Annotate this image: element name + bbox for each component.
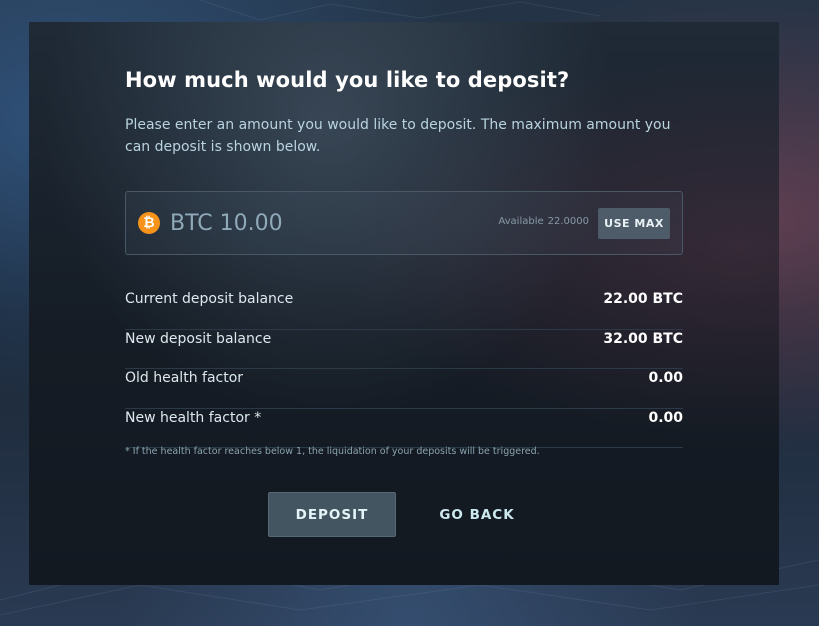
dialog-title: How much would you like to deposit?	[125, 68, 570, 92]
summary-value: 0.00	[648, 370, 683, 386]
available-balance: Available 22.0000	[498, 216, 589, 227]
health-factor-footnote: * If the health factor reaches below 1, …	[125, 446, 540, 457]
deposit-dialog: How much would you like to deposit? Plea…	[29, 22, 779, 585]
dialog-subtitle: Please enter an amount you would like to…	[125, 117, 671, 155]
summary-value: 32.00 BTC	[603, 330, 683, 347]
summary-row-new-deposit-balance: New deposit balance 32.00 BTC	[125, 330, 683, 369]
use-max-button[interactable]: USE MAX	[598, 208, 670, 239]
deposit-button[interactable]: DEPOSIT	[268, 492, 396, 537]
amount-field[interactable]: ₿ Available22.0000 USE MAX	[125, 191, 683, 255]
go-back-button[interactable]: GO BACK	[422, 492, 532, 537]
bitcoin-icon: ₿	[138, 212, 160, 234]
summary-label: New health factor *	[125, 409, 262, 426]
summary-list: Current deposit balance 22.00 BTC New de…	[125, 290, 683, 448]
summary-label: Current deposit balance	[125, 291, 294, 307]
summary-label: Old health factor	[125, 370, 244, 386]
summary-label: New deposit balance	[125, 330, 272, 347]
summary-value: 0.00	[648, 409, 683, 426]
summary-row-old-health-factor: Old health factor 0.00	[125, 369, 683, 409]
summary-value: 22.00 BTC	[603, 291, 683, 307]
summary-row-current-deposit-balance: Current deposit balance 22.00 BTC	[125, 290, 683, 330]
amount-input[interactable]	[170, 206, 420, 240]
available-label: Available	[498, 216, 544, 227]
summary-row-new-health-factor: New health factor * 0.00	[125, 409, 683, 448]
available-value: 22.0000	[547, 216, 589, 227]
